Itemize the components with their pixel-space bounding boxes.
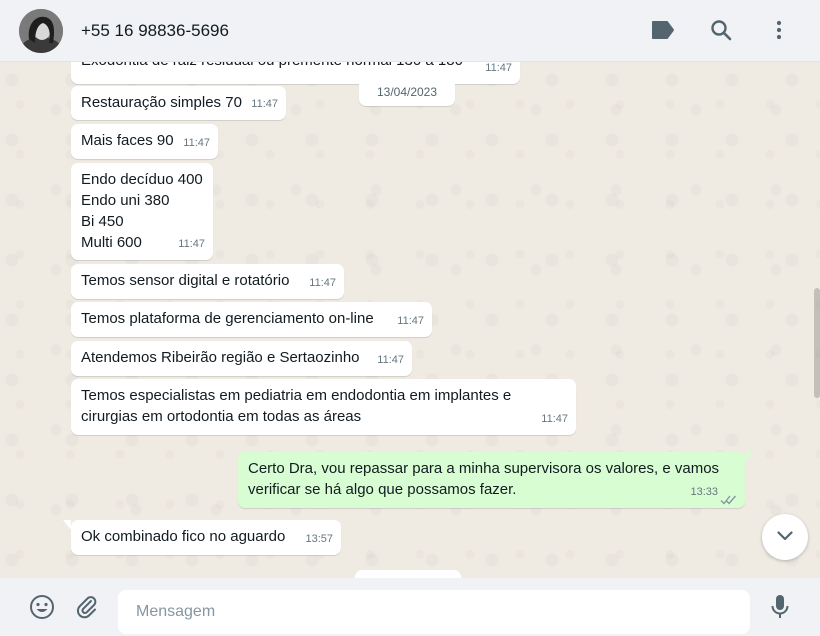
message-bubble[interactable]: Temos especialistas em pediatria em endo… [71, 379, 576, 435]
message-bubble[interactable]: Mais faces 90 11:47 [71, 124, 218, 159]
menu-icon[interactable] [766, 17, 792, 43]
message-text: Temos plataforma de gerenciamento on-lin… [81, 310, 374, 327]
message-time: 11:47 [377, 354, 404, 366]
message-text: Certo Dra, vou repassar para a minha sup… [248, 460, 720, 498]
bubble-tail [63, 520, 71, 530]
message-bubble[interactable]: Temos plataforma de gerenciamento on-lin… [71, 302, 432, 337]
date-chip: 13/04/2023 [359, 78, 455, 106]
message-time: 13:33 [690, 486, 718, 498]
message-input[interactable] [118, 590, 750, 634]
message-time: 11:47 [541, 413, 568, 425]
message-bubble[interactable]: Temos sensor digital e rotatório 11:47 [71, 264, 344, 299]
message-time: 11:47 [485, 62, 512, 74]
contact-name[interactable]: +55 16 98836-5696 [81, 21, 229, 41]
double-check-icon [720, 491, 737, 505]
message-bubble[interactable]: Endo decíduo 400 Endo uni 380 Bi 450 Mul… [71, 163, 213, 260]
label-icon[interactable] [650, 17, 676, 43]
emoji-icon[interactable] [29, 594, 55, 620]
message-time: 11:47 [183, 137, 210, 149]
avatar[interactable] [19, 8, 63, 53]
chevron-down-icon [777, 528, 793, 546]
message-text: Atendemos Ribeirão região e Sertaozinho [81, 349, 360, 366]
microphone-icon[interactable] [767, 594, 793, 620]
message-bubble[interactable]: Atendemos Ribeirão região e Sertaozinho … [71, 341, 412, 376]
search-icon[interactable] [708, 17, 734, 43]
chat-area[interactable]: Exodontia de raiz residual ou premente n… [0, 62, 820, 578]
message-time: 11:47 [309, 277, 336, 289]
bubble-tail [745, 452, 753, 462]
scroll-down-button[interactable] [762, 514, 808, 560]
message-text: Ok combinado fico no aguardo [81, 528, 286, 545]
message-bubble[interactable]: Ok combinado fico no aguardo 13:57 [71, 520, 341, 555]
chat-header: +55 16 98836-5696 [0, 0, 820, 62]
scrollbar-thumb[interactable] [814, 288, 820, 398]
message-text: Restauração simples 70 [81, 94, 242, 111]
compose-bar [0, 578, 820, 636]
message-time: 11:47 [397, 315, 424, 327]
message-bubble[interactable]: Restauração simples 70 11:47 [71, 86, 286, 120]
message-text: Exodontia de raiz residual ou premente n… [81, 62, 511, 71]
date-chip-partial [355, 570, 461, 578]
message-time: 13:57 [305, 533, 333, 545]
message-text: Temos especialistas em pediatria em endo… [81, 387, 512, 425]
message-time: 11:47 [178, 238, 205, 250]
message-bubble-outgoing[interactable]: Certo Dra, vou repassar para a minha sup… [238, 452, 745, 508]
message-time: 11:47 [251, 98, 278, 110]
message-text: Temos sensor digital e rotatório [81, 272, 290, 289]
attach-icon[interactable] [74, 594, 100, 620]
